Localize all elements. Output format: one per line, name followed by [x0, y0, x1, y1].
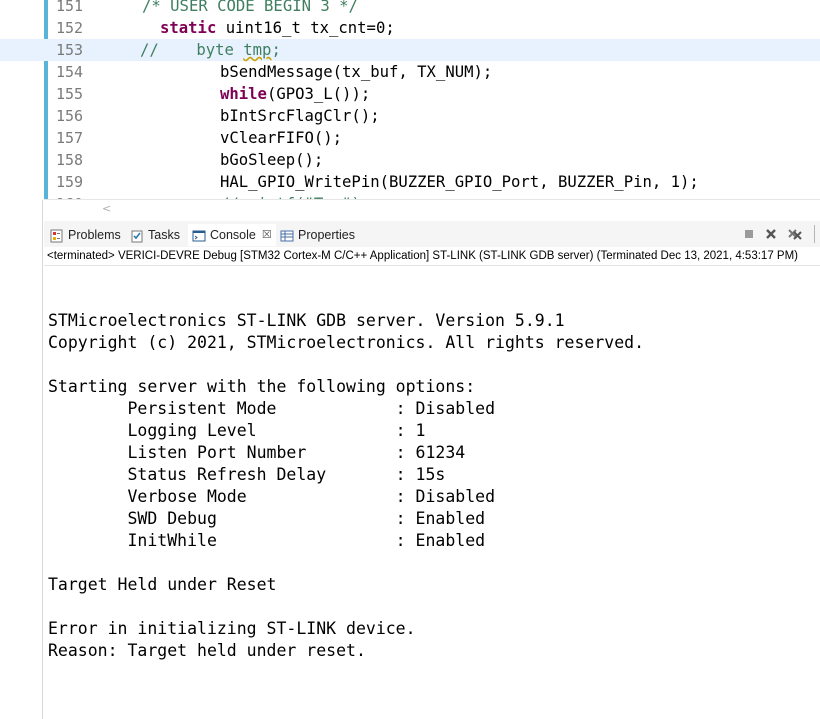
- line-number: 153: [56, 41, 84, 59]
- code-line[interactable]: 153 // byte tmp;: [0, 39, 820, 61]
- code-text: vClearFIFO();: [220, 129, 343, 147]
- line-number: 159: [56, 173, 84, 191]
- tab-tasks-label: Tasks: [148, 228, 180, 242]
- code-text: static uint16_t tx_cnt=0;: [160, 19, 395, 37]
- code-line[interactable]: 151 /* USER CODE BEGIN 3 */: [0, 0, 820, 17]
- tab-console[interactable]: Console ☒: [188, 224, 276, 246]
- terminate-icon[interactable]: [742, 227, 756, 241]
- console-line: InitWhile : Enabled: [48, 531, 486, 550]
- toolbar-separator: [814, 225, 815, 243]
- code-line[interactable]: 158 bGoSleep();: [0, 149, 820, 171]
- remove-launch-icon[interactable]: [764, 227, 778, 241]
- code-text: bIntSrcFlagClr();: [220, 107, 380, 125]
- console-line: Logging Level : 1: [48, 421, 426, 440]
- console-line: Starting server with the following optio…: [48, 377, 476, 396]
- line-number: 154: [56, 63, 84, 81]
- tab-properties-label: Properties: [298, 228, 355, 242]
- tab-problems-label: Problems: [68, 228, 121, 242]
- editor-horizontal-scrollbar[interactable]: <: [44, 199, 820, 220]
- code-line[interactable]: 156 bIntSrcFlagClr();: [0, 105, 820, 127]
- close-icon[interactable]: ☒: [262, 224, 272, 246]
- tab-console-label: Console: [210, 228, 256, 242]
- code-line[interactable]: 159 HAL_GPIO_WritePin(BUZZER_GPIO_Port, B…: [0, 171, 820, 193]
- code-line[interactable]: 157 vClearFIFO();: [0, 127, 820, 149]
- console-line: Copyright (c) 2021, STMicroelectronics. …: [48, 333, 645, 352]
- code-text: bGoSleep();: [220, 151, 324, 169]
- tab-problems[interactable]: Problems: [50, 224, 121, 246]
- console-line: SWD Debug : Enabled: [48, 509, 486, 528]
- console-line: Persistent Mode : Disabled: [48, 399, 496, 418]
- console-line: Status Refresh Delay : 15s: [48, 465, 446, 484]
- properties-icon: [280, 228, 294, 242]
- tasks-icon: [130, 228, 144, 243]
- problems-icon: [50, 228, 64, 243]
- code-text: // byte tmp;: [140, 41, 281, 59]
- console-line: Error in initializing ST-LINK device.: [48, 619, 416, 638]
- tab-tasks[interactable]: Tasks: [130, 224, 180, 246]
- line-number: 152: [56, 19, 84, 37]
- remove-all-terminated-icon[interactable]: [787, 227, 802, 241]
- line-number: 155: [56, 85, 84, 103]
- scroll-left-icon[interactable]: <: [102, 202, 111, 215]
- view-tab-bar: Problems Tasks Console ☒ Properties: [44, 221, 820, 247]
- console-output[interactable]: STMicroelectronics ST-LINK GDB server. V…: [44, 266, 820, 719]
- console-line: STMicroelectronics ST-LINK GDB server. V…: [48, 311, 565, 330]
- line-number: 157: [56, 129, 84, 147]
- console-icon: [192, 228, 206, 242]
- code-line[interactable]: 155 while(GPO3_L());: [0, 83, 820, 105]
- launch-status-line: <terminated> VERICI-DEVRE Debug [STM32 C…: [44, 247, 820, 266]
- tab-properties[interactable]: Properties: [280, 224, 355, 246]
- line-number: 156: [56, 107, 84, 125]
- console-line: Reason: Target held under reset.: [48, 641, 366, 660]
- console-line: Listen Port Number : 61234: [48, 443, 466, 462]
- code-text: bSendMessage(tx_buf, TX_NUM);: [220, 63, 493, 81]
- code-line[interactable]: 154 bSendMessage(tx_buf, TX_NUM);: [0, 61, 820, 83]
- panel-left-border: [42, 200, 43, 719]
- code-line[interactable]: 152 static uint16_t tx_cnt=0;: [0, 17, 820, 39]
- code-text: while(GPO3_L());: [220, 85, 371, 103]
- code-text: HAL_GPIO_WritePin(BUZZER_GPIO_Port, BUZZ…: [220, 173, 699, 191]
- code-text: /* USER CODE BEGIN 3 */: [142, 0, 358, 15]
- line-number: 158: [56, 151, 84, 169]
- launch-status-text: <terminated> VERICI-DEVRE Debug [STM32 C…: [47, 250, 798, 262]
- line-number: 151: [56, 0, 84, 15]
- console-line: Verbose Mode : Disabled: [48, 487, 496, 506]
- code-editor[interactable]: 151 /* USER CODE BEGIN 3 */ 152 static uint…: [0, 0, 820, 200]
- console-line: Target Held under Reset: [48, 575, 277, 594]
